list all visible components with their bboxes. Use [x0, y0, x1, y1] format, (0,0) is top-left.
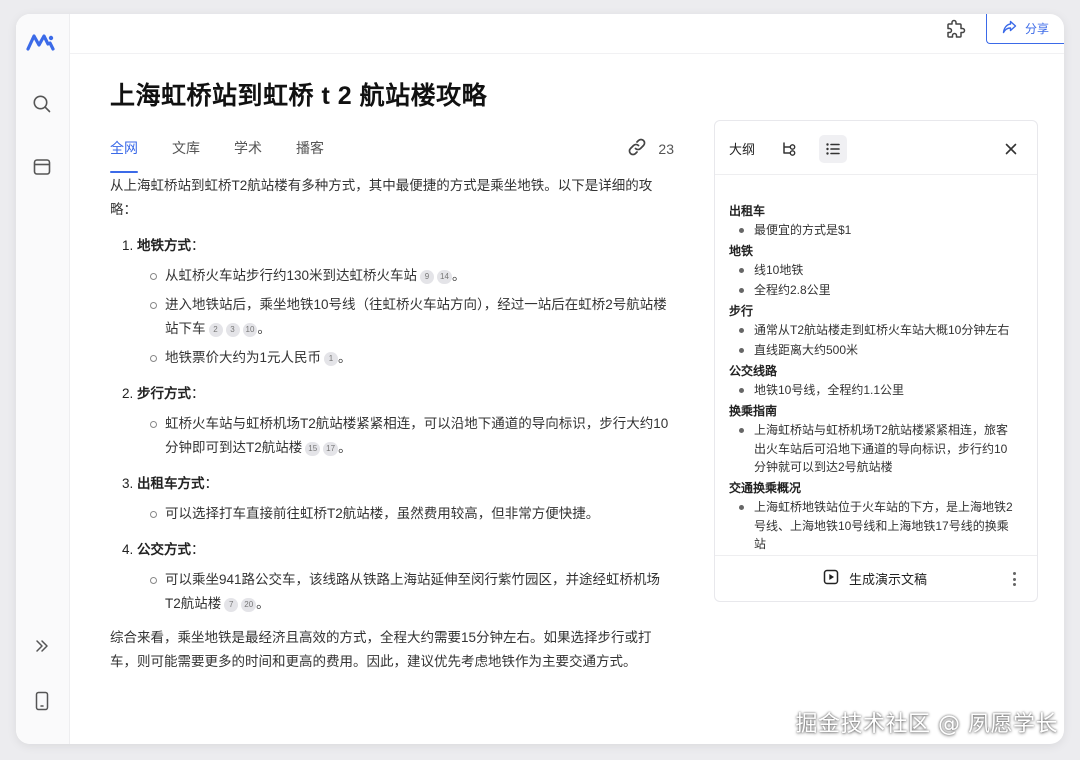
outline-footer: 生成演示文稿 — [715, 555, 1037, 601]
reference-count: 23 — [658, 140, 674, 157]
generate-slides-button[interactable]: 生成演示文稿 — [823, 569, 927, 588]
citation-badge[interactable]: 7 — [224, 598, 239, 612]
source-tabs: 全网 文库 学术 播客 23 — [110, 136, 690, 173]
citation-badge[interactable]: 2 — [208, 323, 223, 337]
citation-badge[interactable]: 9 — [420, 270, 435, 284]
list-item: 从虹桥火车站步行约130米到达虹桥火车站 9 14。 — [150, 264, 675, 288]
outline-items: 地铁10号线，全程约1.1公里 — [729, 381, 1023, 400]
list-item: 地铁票价大约为1元人民币 1。 — [150, 346, 675, 370]
section-walking: 2. 步行方式： 虹桥火车站与虹桥机场T2航站楼紧紧相连，可以沿地下通道的导向标… — [110, 382, 690, 460]
section-bullets: 可以选择打车直接前往虹桥T2航站楼，虽然费用较高，但非常方便快捷。 — [110, 502, 690, 526]
outline-items: 通常从T2航站楼走到虹桥火车站大概10分钟左右 直线距离大约500米 — [729, 321, 1023, 360]
citation-badge[interactable]: 1 — [324, 352, 339, 366]
outline-items: 上海虹桥地铁站位于火车站的下方，是上海地铁2号线、上海地铁10号线和上海地铁17… — [729, 498, 1023, 554]
main-content: 上海虹桥站到虹桥 t 2 航站楼攻略 全网 文库 学术 播客 23 从上海虹桥站… — [110, 76, 690, 674]
citation-badge[interactable]: 15 — [305, 442, 321, 456]
close-icon[interactable] — [997, 135, 1025, 163]
section-bus: 4. 公交方式： 可以乘坐941路公交车，该线路从铁路上海站延伸至闵行紫竹园区，… — [110, 538, 690, 616]
outline-items: 上海虹桥站与虹桥机场T2航站楼紧紧相连，旅客出火车站后可沿地下通道的导向标识，步… — [729, 421, 1023, 477]
outline-heading[interactable]: 换乘指南 — [729, 401, 1023, 421]
link-icon — [626, 136, 648, 161]
outline-items: 最便宜的方式是$1 — [729, 221, 1023, 240]
section-taxi: 3. 出租车方式： 可以选择打车直接前往虹桥T2航站楼，虽然费用较高，但非常方便… — [110, 472, 690, 526]
tab-library[interactable]: 文库 — [172, 136, 200, 170]
outline-item[interactable]: 通常从T2航站楼走到虹桥火车站大概10分钟左右 — [729, 321, 1023, 340]
citation-badge[interactable]: 10 — [242, 323, 258, 337]
outline-title: 大纲 — [729, 142, 756, 157]
top-bar: 分享 — [70, 14, 1064, 54]
share-button[interactable]: 分享 — [986, 14, 1064, 44]
generate-slides-label: 生成演示文稿 — [849, 572, 928, 587]
list-item: 可以乘坐941路公交车，该线路从铁路上海站延伸至闵行紫竹园区，并途经虹桥机场T2… — [150, 568, 675, 616]
window-icon[interactable] — [30, 155, 54, 179]
section-bullets: 可以乘坐941路公交车，该线路从铁路上海站延伸至闵行紫竹园区，并途经虹桥机场T2… — [110, 568, 690, 616]
citation-badge[interactable]: 3 — [225, 323, 240, 337]
outline-item[interactable]: 上海虹桥地铁站位于火车站的下方，是上海地铁2号线、上海地铁10号线和上海地铁17… — [729, 498, 1023, 554]
slideshow-icon — [823, 569, 839, 588]
outline-item[interactable]: 上海虹桥站与虹桥机场T2航站楼紧紧相连，旅客出火车站后可沿地下通道的导向标识，步… — [729, 421, 1023, 477]
outline-panel: 大纲 出租车 最便宜的方式是$1 地铁 线10地铁 全程约2.8公里 步行 通常… — [714, 120, 1038, 602]
outline-item[interactable]: 最便宜的方式是$1 — [729, 221, 1023, 240]
list-icon[interactable] — [819, 135, 847, 163]
tab-academic[interactable]: 学术 — [234, 136, 262, 170]
phone-icon[interactable] — [30, 689, 54, 713]
extension-icon[interactable] — [942, 17, 968, 43]
citation-badge[interactable]: 17 — [323, 442, 339, 456]
watermark: 掘金技术社区 @ 夙愿学长 — [795, 712, 1058, 737]
list-item: 可以选择打车直接前往虹桥T2航站楼，虽然费用较高，但非常方便快捷。 — [150, 502, 675, 526]
section-bullets: 从虹桥火车站步行约130米到达虹桥火车站 9 14。 进入地铁站后，乘坐地铁10号线… — [110, 264, 690, 370]
outline-items: 线10地铁 全程约2.8公里 — [729, 261, 1023, 300]
app-logo-icon[interactable] — [26, 30, 56, 54]
section-title: 4. 公交方式： — [122, 542, 205, 557]
list-item: 虹桥火车站与虹桥机场T2航站楼紧紧相连，可以沿地下通道的导向标识，步行大约10分… — [150, 412, 675, 460]
section-subway: 1. 地铁方式： 从虹桥火车站步行约130米到达虹桥火车站 9 14。 进入地铁站后… — [110, 234, 690, 370]
share-icon — [1002, 20, 1017, 37]
references-button[interactable]: 23 — [626, 136, 674, 161]
list-item: 进入地铁站后，乘坐地铁10号线（往虹桥火车站方向），经过一站后在虹桥2号航站楼站… — [150, 293, 675, 341]
outline-heading[interactable]: 公交线路 — [729, 361, 1023, 381]
outline-item[interactable]: 线10地铁 — [729, 261, 1023, 280]
search-icon[interactable] — [30, 92, 54, 116]
citation-badge[interactable]: 14 — [437, 270, 452, 284]
outline-header: 大纲 — [715, 121, 1037, 175]
page-title: 上海虹桥站到虹桥 t 2 航站楼攻略 — [110, 82, 488, 110]
outline-item[interactable]: 直线距离大约500米 — [729, 341, 1023, 360]
outline-heading[interactable]: 出租车 — [729, 201, 1023, 221]
section-title: 3. 出租车方式： — [122, 476, 219, 491]
tree-icon[interactable] — [775, 135, 803, 163]
intro-paragraph: 从上海虹桥站到虹桥T2航站楼有多种方式，其中最便捷的方式是乘坐地铁。以下是详细的… — [110, 178, 653, 217]
section-bullets: 虹桥火车站与虹桥机场T2航站楼紧紧相连，可以沿地下通道的导向标识，步行大约10分… — [110, 412, 690, 460]
tab-podcast[interactable]: 播客 — [296, 136, 324, 170]
share-label: 分享 — [1024, 22, 1049, 36]
outline-heading[interactable]: 地铁 — [729, 241, 1023, 261]
citation-badge[interactable]: 20 — [241, 598, 257, 612]
app-window: 分享 上海虹桥站到虹桥 t 2 航站楼攻略 全网 文库 学术 播客 23 从上海… — [16, 14, 1064, 744]
section-title: 1. 地铁方式： — [122, 238, 205, 253]
left-rail — [16, 14, 70, 744]
outline-heading[interactable]: 步行 — [729, 301, 1023, 321]
outline-item[interactable]: 全程约2.8公里 — [729, 281, 1023, 300]
tab-all-web[interactable]: 全网 — [110, 136, 138, 173]
summary-paragraph: 综合来看，乘坐地铁是最经济且高效的方式，全程大约需要15分钟左右。如果选择步行或… — [110, 630, 652, 669]
outline-item[interactable]: 地铁10号线，全程约1.1公里 — [729, 381, 1023, 400]
more-icon[interactable] — [1007, 568, 1021, 590]
section-title: 2. 步行方式： — [122, 386, 205, 401]
outline-list: 出租车 最便宜的方式是$1 地铁 线10地铁 全程约2.8公里 步行 通常从T2… — [715, 175, 1037, 554]
outline-heading[interactable]: 交通换乘概况 — [729, 478, 1023, 498]
expand-icon[interactable] — [30, 634, 54, 658]
